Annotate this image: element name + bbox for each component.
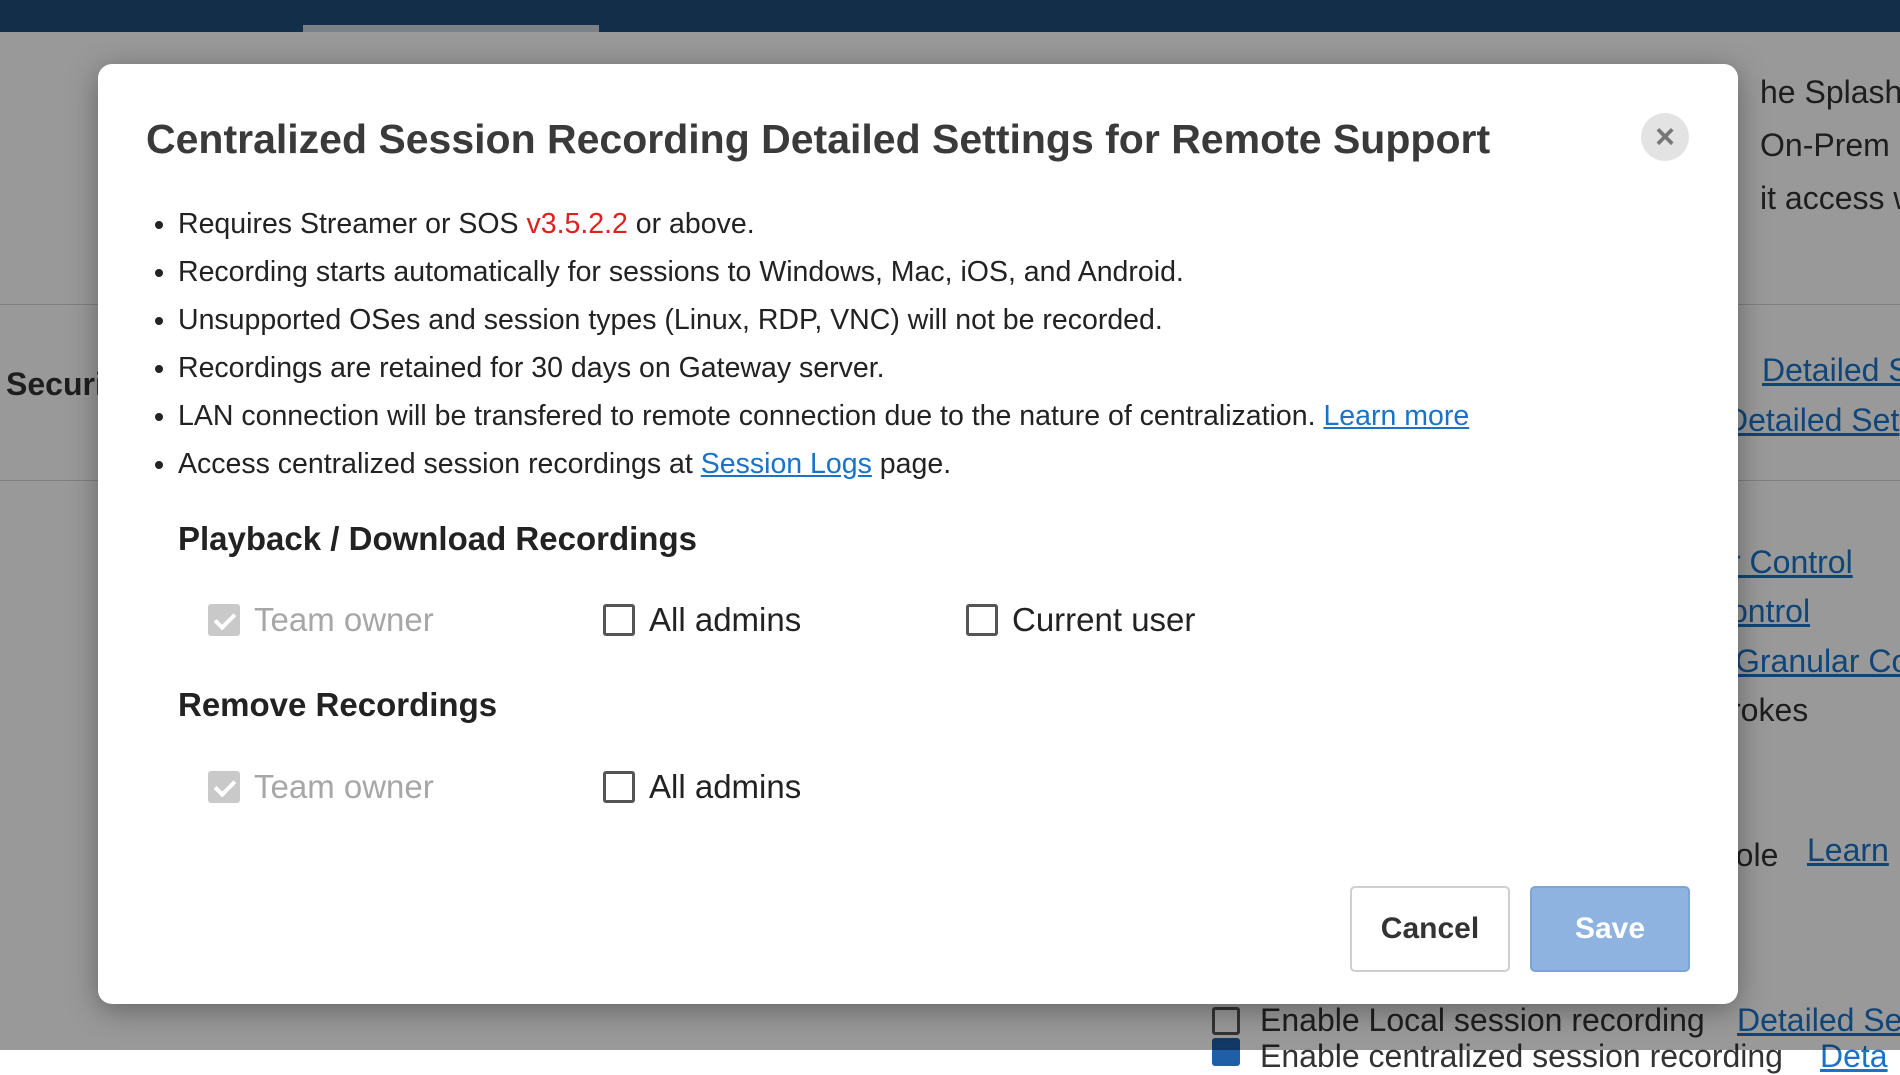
close-icon[interactable]: × bbox=[1641, 113, 1689, 161]
playback-current-user-checkbox[interactable] bbox=[966, 604, 998, 636]
list-item: Requires Streamer or SOS v3.5.2.2 or abo… bbox=[178, 200, 1469, 248]
save-button[interactable]: Save bbox=[1530, 886, 1690, 972]
list-item: Unsupported OSes and session types (Linu… bbox=[178, 296, 1469, 344]
remove-all-admins-label[interactable]: All admins bbox=[649, 768, 801, 806]
requirement-text: LAN connection will be transfered to rem… bbox=[178, 400, 1324, 432]
requirements-list: Requires Streamer or SOS v3.5.2.2 or abo… bbox=[146, 200, 1469, 488]
remove-team-owner-label: Team owner bbox=[254, 768, 434, 805]
requirement-text: or above. bbox=[627, 208, 755, 240]
playback-team-owner-checkbox bbox=[208, 604, 240, 636]
dialog-title: Centralized Session Recording Detailed S… bbox=[146, 116, 1491, 162]
requirement-text: page. bbox=[871, 448, 952, 480]
remove-section-title: Remove Recordings bbox=[178, 686, 498, 723]
list-item: Recordings are retained for 30 days on G… bbox=[178, 344, 1469, 392]
remove-all-admins-checkbox[interactable] bbox=[603, 771, 635, 803]
session-recording-settings-dialog: Centralized Session Recording Detailed S… bbox=[98, 64, 1738, 1004]
playback-team-owner-label: Team owner bbox=[254, 601, 434, 638]
cancel-button[interactable]: Cancel bbox=[1350, 886, 1510, 972]
remove-team-owner-option: Team owner bbox=[208, 767, 434, 807]
remove-all-admins-option[interactable]: All admins bbox=[603, 767, 801, 807]
version-number: v3.5.2.2 bbox=[526, 208, 628, 240]
list-item: LAN connection will be transfered to rem… bbox=[178, 392, 1469, 440]
playback-all-admins-checkbox[interactable] bbox=[603, 604, 635, 636]
remove-team-owner-checkbox bbox=[208, 771, 240, 803]
playback-all-admins-option[interactable]: All admins bbox=[603, 600, 801, 640]
requirement-text: Access centralized session recordings at bbox=[178, 448, 701, 480]
playback-all-admins-label[interactable]: All admins bbox=[649, 601, 801, 639]
playback-section-title: Playback / Download Recordings bbox=[178, 520, 697, 557]
playback-current-user-label[interactable]: Current user bbox=[1012, 601, 1195, 639]
list-item: Recording starts automatically for sessi… bbox=[178, 248, 1469, 296]
playback-team-owner-option: Team owner bbox=[208, 600, 434, 640]
list-item: Access centralized session recordings at… bbox=[178, 440, 1469, 488]
requirement-text: Requires Streamer or SOS bbox=[178, 208, 527, 240]
playback-current-user-option[interactable]: Current user bbox=[966, 600, 1195, 640]
learn-more-link[interactable]: Learn more bbox=[1323, 400, 1469, 432]
session-logs-link[interactable]: Session Logs bbox=[701, 448, 872, 480]
